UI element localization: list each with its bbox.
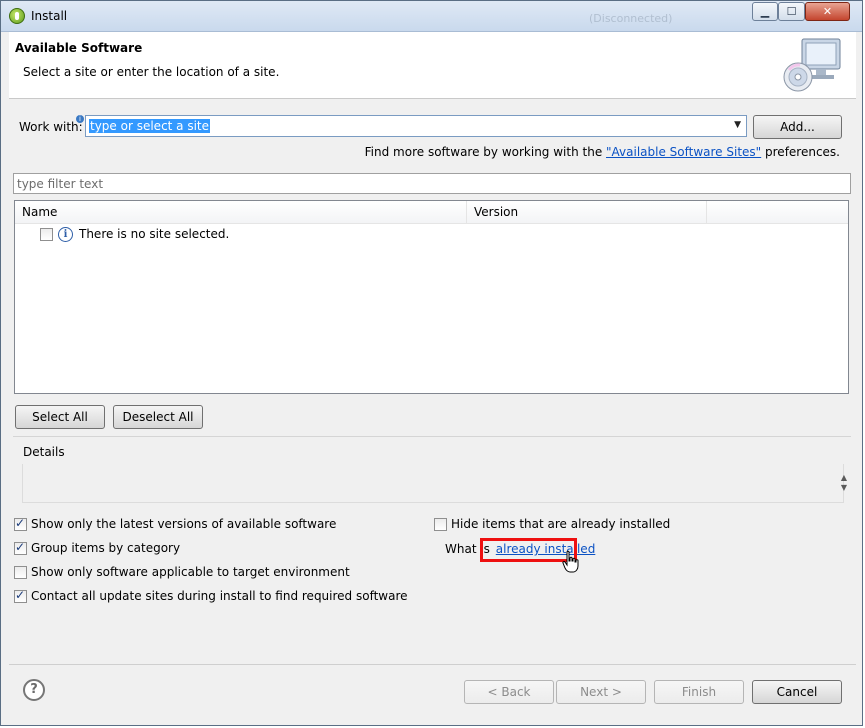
hide-installed-option[interactable]: Hide items that are already installed — [434, 517, 670, 531]
column-header-version[interactable]: Version — [467, 201, 707, 223]
cancel-button[interactable]: Cancel — [752, 680, 842, 704]
latest-versions-option[interactable]: Show only the latest versions of availab… — [14, 516, 337, 531]
software-tree[interactable]: Name Version i There is no site selected… — [14, 200, 849, 394]
column-header-name[interactable]: Name — [15, 201, 467, 223]
find-more-software-text: Find more software by working with the "… — [364, 145, 840, 159]
contact-sites-label: Contact all update sites during install … — [31, 589, 408, 603]
tree-row[interactable]: i There is no site selected. — [40, 225, 229, 243]
hand-pointer-cursor-icon — [562, 550, 579, 573]
background-window-title: (Disconnected) — [589, 12, 673, 25]
latest-versions-checkbox[interactable] — [14, 516, 27, 531]
filter-placeholder: type filter text — [17, 177, 104, 191]
details-label: Details — [23, 445, 65, 459]
contact-sites-option[interactable]: Contact all update sites during install … — [14, 588, 408, 603]
filter-input[interactable]: type filter text — [13, 173, 851, 194]
latest-versions-label: Show only the latest versions of availab… — [31, 517, 337, 531]
help-icon[interactable]: ? — [23, 679, 45, 701]
deselect-all-button[interactable]: Deselect All — [113, 405, 203, 429]
details-text-area[interactable] — [22, 464, 844, 503]
page-title: Available Software — [15, 41, 143, 55]
window-title: Install — [31, 9, 68, 23]
group-by-category-option[interactable]: Group items by category — [14, 540, 181, 555]
eclipse-install-icon — [9, 8, 25, 24]
next-button[interactable]: Next > — [556, 680, 646, 704]
applicable-only-checkbox[interactable] — [14, 565, 27, 579]
minimize-button[interactable]: ▁ — [752, 2, 778, 21]
hide-installed-checkbox[interactable] — [434, 517, 447, 531]
tree-header: Name Version — [15, 201, 848, 224]
title-bar[interactable]: Install (Disconnected) ▁ ☐ ✕ — [1, 1, 862, 32]
info-icon: i — [58, 226, 73, 242]
details-scrollbar[interactable]: ▲ ▼ — [841, 473, 847, 493]
details-group: Details ▲ ▼ — [13, 436, 851, 504]
available-software-sites-link[interactable]: "Available Software Sites" — [606, 145, 761, 159]
computer-cd-icon — [783, 38, 841, 92]
work-with-combo[interactable]: type or select a site ▼ — [85, 115, 747, 137]
work-with-label: Work with: — [19, 120, 83, 134]
content-assist-info-icon: i — [76, 115, 84, 123]
group-by-category-label: Group items by category — [31, 541, 181, 555]
wizard-header: Available Software Select a site or ente… — [9, 32, 856, 99]
finish-button[interactable]: Finish — [654, 680, 744, 704]
contact-sites-checkbox[interactable] — [14, 588, 27, 603]
group-by-category-checkbox[interactable] — [14, 540, 27, 555]
add-site-button[interactable]: Add... — [753, 115, 842, 139]
row-checkbox[interactable] — [40, 227, 53, 241]
close-button[interactable]: ✕ — [805, 2, 850, 21]
chevron-down-icon[interactable]: ▼ — [734, 120, 741, 130]
maximize-button[interactable]: ☐ — [778, 2, 805, 21]
install-window: Install (Disconnected) ▁ ☐ ✕ Available S… — [0, 0, 863, 726]
applicable-only-label: Show only software applicable to target … — [31, 565, 350, 579]
footer-divider — [9, 664, 856, 665]
applicable-only-option[interactable]: Show only software applicable to target … — [14, 565, 350, 579]
page-subtitle: Select a site or enter the location of a… — [23, 65, 280, 79]
hide-installed-label: Hide items that are already installed — [451, 517, 671, 531]
row-text: There is no site selected. — [79, 227, 230, 241]
select-all-button[interactable]: Select All — [15, 405, 105, 429]
work-with-value[interactable]: type or select a site — [89, 119, 211, 133]
back-button[interactable]: < Back — [464, 680, 554, 704]
